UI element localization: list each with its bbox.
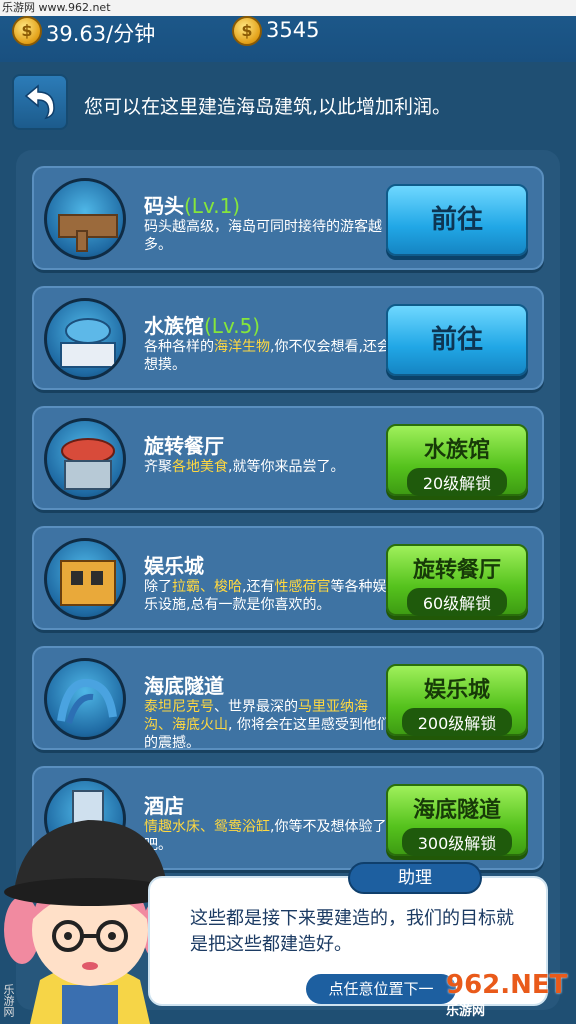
building-name: 码头 bbox=[144, 194, 184, 218]
go-button[interactable]: 前往 bbox=[386, 184, 528, 256]
building-name: 海底隧道 bbox=[144, 674, 224, 698]
header-text: 您可以在这里建造海岛建筑,以此增加利润。 bbox=[84, 96, 452, 118]
description-highlight: 泰坦尼克号 bbox=[144, 699, 214, 715]
go-button[interactable]: 前往 bbox=[386, 304, 528, 376]
building-title: 海底隧道 bbox=[144, 670, 224, 699]
building-description: 码头越高级，海岛可同时接待的游客越多。 bbox=[144, 218, 394, 254]
watermark-top: 乐游网 www.962.net bbox=[0, 0, 576, 16]
watermark-left: 乐游网 bbox=[2, 984, 15, 1017]
building-title: 娱乐城 bbox=[144, 550, 204, 579]
building-description: 情趣水床、鸳鸯浴缸,你等不及想体验了吧。 bbox=[144, 818, 394, 854]
header: 您可以在这里建造海岛建筑,以此增加利润。 bbox=[0, 62, 576, 148]
unlock-requirement: 娱乐城 bbox=[423, 678, 490, 703]
tap-to-continue[interactable]: 点任意位置下一 bbox=[306, 974, 456, 1004]
building-card: 娱乐城 除了拉霸、梭哈,还有性感荷官等各种娱乐设施,总有一款是你喜欢的。 旋转餐厅 6… bbox=[32, 526, 544, 630]
building-name: 娱乐城 bbox=[144, 554, 204, 578]
unlock-level: 200级解锁 bbox=[401, 708, 513, 736]
building-card: 水族馆(Lv.5) 各种各样的海洋生物,你不仅会想看,还会想摸。 前往 bbox=[32, 286, 544, 390]
watermark-bottom-right: 962.NET 乐游网 bbox=[446, 970, 572, 1020]
description-highlight: 各地美食 bbox=[172, 459, 228, 475]
building-description: 各种各样的海洋生物,你不仅会想看,还会想摸。 bbox=[144, 338, 394, 374]
unlock-level: 300级解锁 bbox=[401, 828, 513, 856]
building-name: 旋转餐厅 bbox=[144, 434, 224, 458]
building-description: 除了拉霸、梭哈,还有性感荷官等各种娱乐设施,总有一款是你喜欢的。 bbox=[144, 578, 394, 614]
building-title: 码头(Lv.1) bbox=[144, 190, 240, 219]
unlock-button[interactable]: 旋转餐厅 60级解锁 bbox=[386, 544, 528, 616]
description-text: ,还有 bbox=[242, 579, 275, 595]
building-card: 码头(Lv.1) 码头越高级，海岛可同时接待的游客越多。 前往 bbox=[32, 166, 544, 270]
building-card: 旋转餐厅 齐聚各地美食,就等你来品尝了。 水族馆 20级解锁 bbox=[32, 406, 544, 510]
description-highlight: 拉霸、梭哈 bbox=[172, 579, 242, 595]
building-icon bbox=[44, 658, 126, 740]
watermark-brand: 962.NET bbox=[446, 970, 568, 1000]
unlock-requirement: 水族馆 bbox=[423, 438, 490, 463]
building-card: 海底隧道 泰坦尼克号、世界最深的马里亚纳海沟、海底火山, 你将会在这里感受到他们的… bbox=[32, 646, 544, 752]
unlock-level: 60级解锁 bbox=[406, 588, 508, 616]
unlock-button[interactable]: 水族馆 20级解锁 bbox=[386, 424, 528, 496]
description-text: ,就等你来品尝了。 bbox=[228, 459, 345, 475]
unlock-requirement: 旋转餐厅 bbox=[412, 558, 501, 583]
description-text: 齐聚 bbox=[144, 459, 172, 475]
gold-amount: 3545 bbox=[266, 18, 320, 42]
building-name: 水族馆 bbox=[144, 314, 204, 338]
building-description: 齐聚各地美食,就等你来品尝了。 bbox=[144, 458, 394, 476]
gold-coin-icon: $ bbox=[232, 16, 262, 46]
building-icon bbox=[44, 298, 126, 380]
description-highlight: 性感荷官 bbox=[274, 579, 331, 595]
building-icon bbox=[44, 178, 126, 260]
back-arrow-icon bbox=[24, 84, 55, 120]
description-text: 、世界最深的 bbox=[214, 699, 298, 715]
income-rate: 39.63/分钟 bbox=[46, 22, 156, 46]
building-title: 水族馆(Lv.5) bbox=[144, 310, 260, 339]
back-button[interactable] bbox=[12, 74, 68, 130]
building-level: (Lv.1) bbox=[184, 194, 241, 218]
building-description: 泰坦尼克号、世界最深的马里亚纳海沟、海底火山, 你将会在这里感受到他们的震撼。 bbox=[144, 698, 394, 752]
description-highlight: 海洋生物 bbox=[214, 339, 270, 355]
description-text: 码头越高级，海岛可同时接待的游客越多。 bbox=[144, 219, 382, 253]
income-coin-icon: $ bbox=[12, 16, 42, 46]
building-level: (Lv.5) bbox=[204, 314, 261, 338]
description-text: 各种各样的 bbox=[144, 339, 214, 355]
watermark-site: 乐游网 bbox=[446, 1004, 486, 1019]
description-text: 除了 bbox=[144, 579, 172, 595]
building-title: 旋转餐厅 bbox=[144, 430, 224, 459]
building-icon bbox=[44, 418, 126, 500]
assistant-name-tab: 助理 bbox=[348, 862, 482, 894]
unlock-button[interactable]: 娱乐城 200级解锁 bbox=[386, 664, 528, 736]
building-icon bbox=[44, 538, 126, 620]
unlock-level: 20级解锁 bbox=[406, 468, 508, 496]
assistant-message: 这些都是接下来要建造的，我们的目标就是把这些都建造好。 bbox=[190, 908, 514, 955]
unlock-button[interactable]: 海底隧道 300级解锁 bbox=[386, 784, 528, 856]
unlock-requirement: 海底隧道 bbox=[412, 798, 501, 823]
